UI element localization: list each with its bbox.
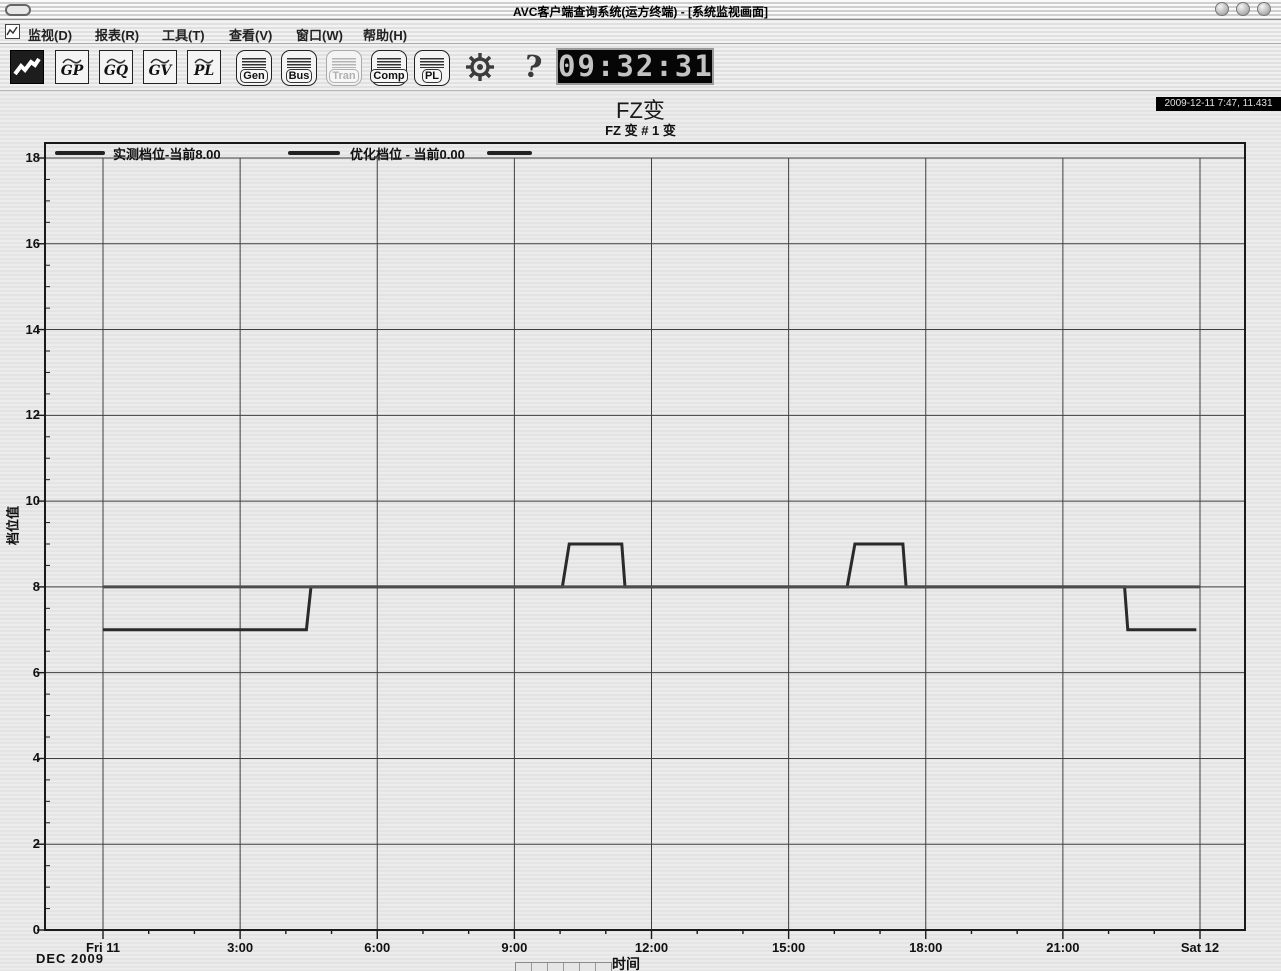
x-tick-label: 18:00 <box>909 940 943 955</box>
legend-swatch-extra <box>487 151 532 155</box>
app-window: { "window": { "title": "AVC客户端查询系统(运方终端)… <box>0 0 1281 971</box>
x-tick-label: 12:00 <box>634 940 669 955</box>
y-tick-label: 16 <box>25 235 40 251</box>
x-axis-label: 时间 <box>612 956 640 971</box>
month-year-label: DEC 2009 <box>36 951 104 966</box>
time-scrollbar[interactable] <box>515 962 612 971</box>
legend-label-optimized: 优化档位 - 当前0.00 <box>350 147 465 162</box>
y-tick-label: 4 <box>32 750 40 766</box>
y-tick-label: 14 <box>25 321 40 337</box>
y-tick-label: 0 <box>32 922 40 937</box>
legend-swatch-measured <box>55 151 105 155</box>
x-tick-label: 21:00 <box>1046 940 1080 955</box>
legend-label-measured: 实测档位-当前8.00 <box>113 147 221 162</box>
x-tick-label: 6:00 <box>364 940 391 955</box>
x-tick-label: Sat 12 <box>1180 940 1220 955</box>
y-tick-label: 2 <box>32 836 40 852</box>
y-tick-label: 12 <box>25 407 40 423</box>
x-tick-label: 15:00 <box>772 940 806 955</box>
x-tick-label: 3:00 <box>227 940 254 955</box>
y-tick-label: 6 <box>32 664 40 680</box>
y-tick-label: 18 <box>25 150 40 165</box>
x-tick-label: 9:00 <box>501 940 528 955</box>
legend-swatch-optimized <box>288 151 340 155</box>
y-tick-label: 8 <box>32 578 40 594</box>
chart-frame <box>44 142 1246 931</box>
y-axis-label: 档位值 <box>5 506 21 546</box>
